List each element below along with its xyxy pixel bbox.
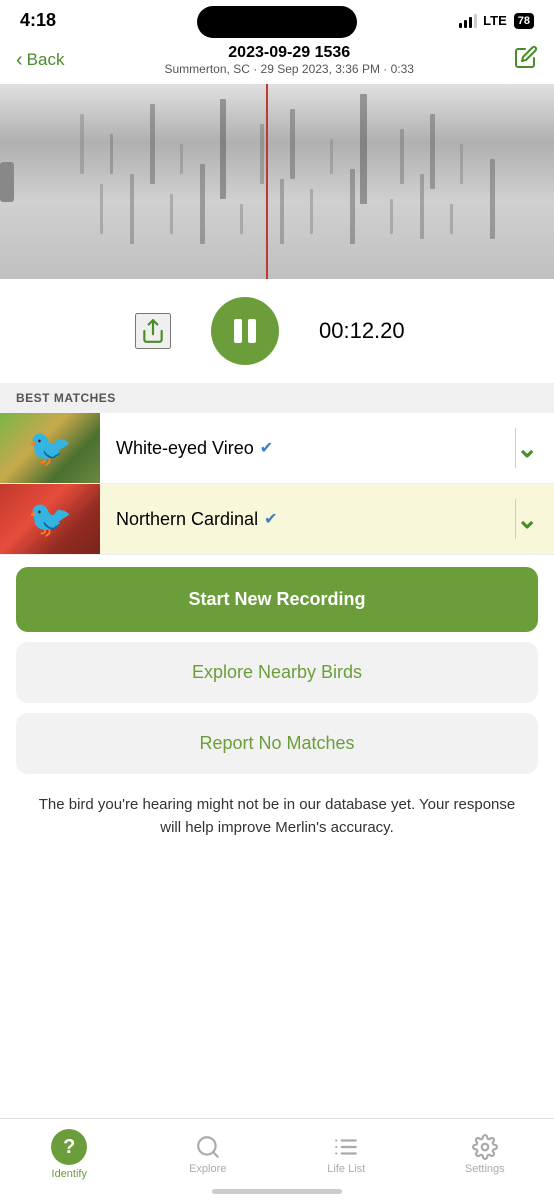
status-time: 4:18 [20, 10, 56, 31]
spectrogram[interactable] [0, 84, 554, 279]
cardinal-verified-icon: ✔ [264, 509, 277, 529]
report-no-matches-button[interactable]: Report No Matches [16, 713, 538, 774]
vireo-verified-icon: ✔ [260, 438, 273, 458]
share-button[interactable] [135, 313, 171, 349]
share-icon [140, 318, 166, 344]
start-recording-button[interactable]: Start New Recording [16, 567, 538, 632]
signal-icon [459, 14, 477, 28]
explore-label: Explore [189, 1163, 226, 1175]
playback-timer: 00:12.20 [319, 318, 419, 344]
back-chevron-icon: ‹ [16, 49, 23, 72]
best-matches-header: BEST MATCHES [0, 383, 554, 413]
identify-icon: ? [51, 1129, 87, 1165]
match-item-cardinal[interactable]: Northern Cardinal ✔ ⌄ [0, 484, 554, 555]
settings-gear-icon [472, 1134, 498, 1160]
explore-search-icon [195, 1134, 221, 1160]
nav-item-lifelist[interactable]: Life List [311, 1134, 381, 1175]
edit-icon [514, 45, 538, 69]
back-button[interactable]: ‹ Back [16, 49, 64, 72]
lifelist-icon [333, 1134, 359, 1160]
explore-nearby-button[interactable]: Explore Nearby Birds [16, 642, 538, 703]
recording-id: 2023-09-29 1536 [165, 44, 414, 62]
cardinal-name: Northern Cardinal ✔ [100, 509, 515, 530]
lifelist-label: Life List [327, 1163, 365, 1175]
vireo-name: White-eyed Vireo ✔ [100, 438, 515, 459]
lte-label: LTE [483, 13, 507, 28]
action-buttons: Start New Recording Explore Nearby Birds… [0, 555, 554, 786]
pause-button[interactable] [211, 297, 279, 365]
playback-controls: 00:12.20 [0, 279, 554, 383]
spectrogram-svg [0, 84, 554, 279]
playhead-line [266, 84, 268, 279]
bottom-nav: ? Identify Explore Life List Settings [0, 1118, 554, 1200]
nav-header: ‹ Back 2023-09-29 1536 Summerton, SC · 2… [0, 36, 554, 84]
recording-title: 2023-09-29 1536 Summerton, SC · 29 Sep 2… [165, 44, 414, 76]
nav-item-settings[interactable]: Settings [450, 1134, 520, 1175]
cardinal-expand-icon[interactable]: ⌄ [516, 504, 554, 535]
back-label[interactable]: Back [27, 50, 65, 70]
pause-icon [234, 319, 256, 343]
battery-icon: 78 [514, 13, 534, 29]
vireo-image [0, 413, 100, 483]
cardinal-image [0, 484, 100, 554]
scrubber-handle[interactable] [0, 162, 14, 202]
recording-subtitle: Summerton, SC · 29 Sep 2023, 3:36 PM · 0… [165, 62, 414, 76]
edit-button[interactable] [514, 45, 538, 75]
home-indicator [212, 1189, 342, 1194]
help-text: The bird you're hearing might not be in … [0, 786, 554, 847]
identify-label: Identify [52, 1168, 87, 1180]
match-item-vireo[interactable]: White-eyed Vireo ✔ ⌄ [0, 413, 554, 484]
vireo-expand-icon[interactable]: ⌄ [516, 433, 554, 464]
nav-item-identify[interactable]: ? Identify [34, 1129, 104, 1180]
settings-label: Settings [465, 1163, 505, 1175]
nav-item-explore[interactable]: Explore [173, 1134, 243, 1175]
